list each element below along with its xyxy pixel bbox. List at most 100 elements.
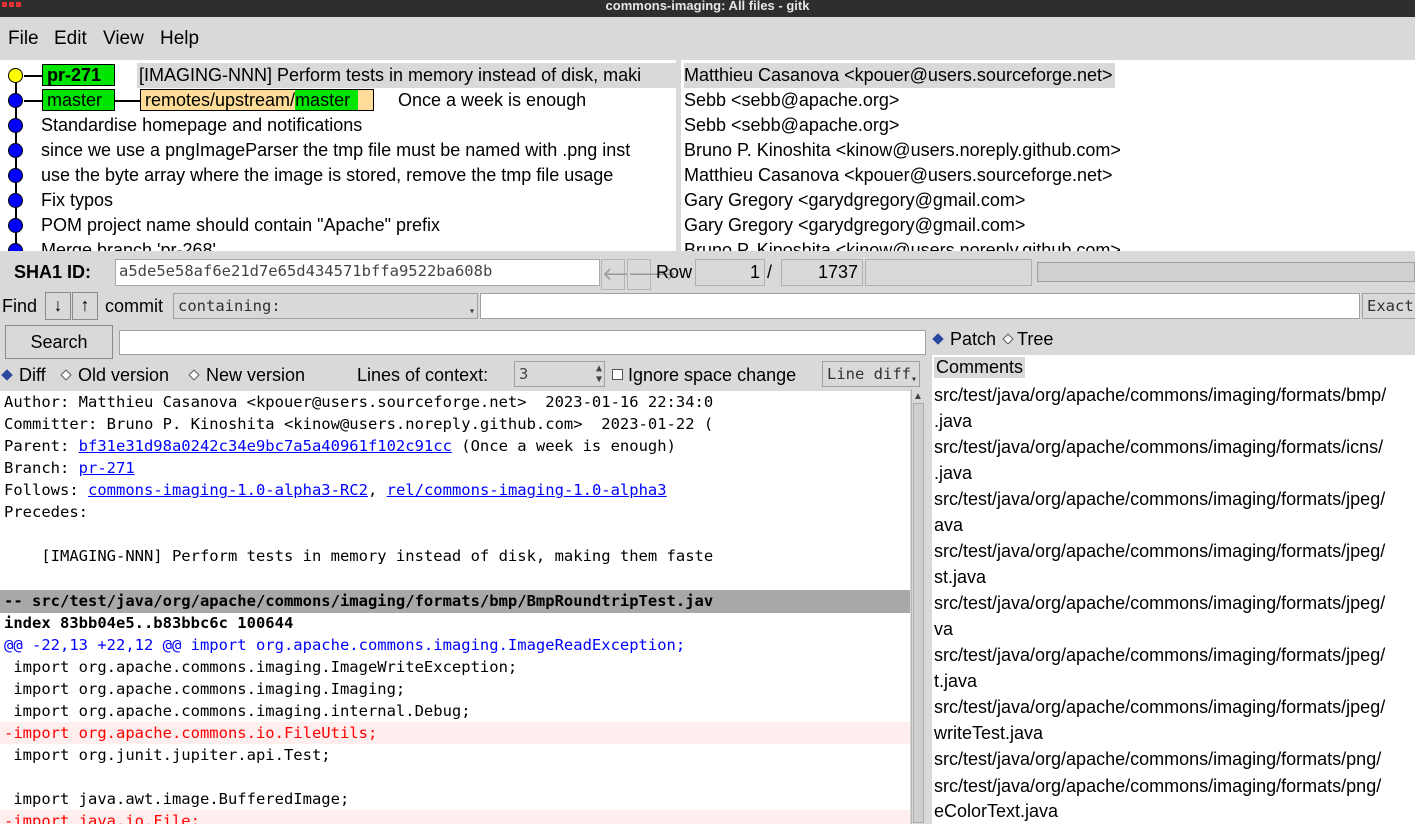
find-mode-select[interactable]: containing: ▾ (173, 293, 478, 319)
find-match-select[interactable]: Exact (1362, 293, 1415, 319)
search-button[interactable]: Search (5, 325, 113, 359)
ignore-space-checkbox[interactable] (612, 369, 623, 380)
scroll-up-arrow-icon[interactable]: ▲ (913, 391, 923, 402)
file-list-item[interactable]: ava (934, 515, 963, 536)
menu-view[interactable]: View (103, 28, 144, 50)
commit-row[interactable]: Standardise homepage and notifications (0, 113, 676, 138)
diff-committer-line: Committer: Bruno P. Kinoshita <kinow@use… (4, 415, 714, 433)
author-cell[interactable]: Gary Gregory <garydgregory@gmail.com> (684, 213, 1025, 238)
file-list-item[interactable]: .java (934, 463, 972, 484)
back-arrow-icon[interactable]: 🡐 (601, 259, 650, 290)
commit-graph-pane[interactable]: pr-271 [IMAGING-NNN] Perform tests in me… (0, 60, 676, 251)
find-type-label[interactable]: commit (105, 296, 163, 317)
scrollbar-thumb[interactable] (913, 403, 924, 823)
line-diff-select[interactable]: Line diff ▾ (822, 361, 920, 387)
file-list-item[interactable]: src/test/java/org/apache/commons/imaging… (934, 697, 1385, 718)
author-cell[interactable]: Matthieu Casanova <kpouer@users.sourcefo… (684, 63, 1115, 88)
context-lines-spinner[interactable]: 3 ▲ ▼ (514, 361, 605, 387)
file-list-item[interactable]: src/test/java/org/apache/commons/imaging… (934, 437, 1383, 458)
diff-deleted-line: -import java.io.File; (0, 810, 910, 824)
find-prev-up-icon[interactable]: ↑ (72, 292, 98, 320)
diff-context-line: import org.apache.commons.imaging.intern… (4, 702, 471, 720)
author-cell[interactable]: Bruno P. Kinoshita <kinow@users.noreply.… (684, 138, 1121, 163)
menu-edit[interactable]: Edit (54, 28, 87, 50)
diff-radio[interactable]: Diff (1, 365, 46, 386)
commit-message[interactable]: [IMAGING-NNN] Perform tests in memory in… (139, 65, 641, 86)
commit-message[interactable]: since we use a pngImageParser the tmp fi… (41, 140, 630, 161)
file-list-item[interactable]: va (934, 619, 953, 640)
file-list-item[interactable]: src/test/java/org/apache/commons/imaging… (934, 749, 1381, 770)
author-cell[interactable]: Matthieu Casanova <kpouer@users.sourcefo… (684, 163, 1113, 188)
file-list-pane[interactable]: Comments src/test/java/org/apache/common… (932, 355, 1415, 824)
commit-row[interactable]: Merge branch 'pr-268' (0, 238, 676, 251)
current-commit-node-icon (8, 68, 23, 83)
file-list-item[interactable]: src/test/java/org/apache/commons/imaging… (934, 593, 1385, 614)
author-cell[interactable]: Sebb <sebb@apache.org> (684, 88, 899, 113)
file-list-item[interactable]: t.java (934, 671, 977, 692)
commit-row[interactable]: Fix typos (0, 188, 676, 213)
commit-node-icon (8, 168, 23, 183)
commit-message[interactable]: Merge branch 'pr-268' (41, 240, 216, 251)
diff-branch-line: Branch: pr-271 (0, 457, 910, 479)
follows-tag-link[interactable]: commons-imaging-1.0-alpha3-RC2 (88, 481, 368, 499)
new-version-radio[interactable]: New version (188, 365, 305, 386)
file-list-item[interactable]: writeTest.java (934, 723, 1043, 744)
file-list-item[interactable]: src/test/java/org/apache/commons/imaging… (934, 489, 1385, 510)
forward-arrow-icon[interactable]: 🡒 (627, 259, 676, 290)
author-pane[interactable]: Matthieu Casanova <kpouer@users.sourcefo… (681, 60, 1415, 251)
diff-context-line (0, 766, 910, 788)
diff-file-header: -- src/test/java/org/apache/commons/imag… (0, 590, 910, 613)
file-list-item[interactable]: .java (934, 411, 972, 432)
file-list-item[interactable]: st.java (934, 567, 986, 588)
file-list-item[interactable]: eColorText.java (934, 801, 1058, 822)
sha1-field[interactable]: a5de5e58af6e21d7e65d434571bffa9522ba608b (115, 259, 600, 286)
diff-text-pane[interactable]: Author: Matthieu Casanova <kpouer@users.… (0, 391, 910, 824)
tree-radio[interactable]: Tree (1002, 329, 1053, 350)
diff-scrollbar[interactable]: ▲ (911, 389, 925, 824)
commit-row[interactable]: use the byte array where the image is st… (0, 163, 676, 188)
commit-message[interactable]: Fix typos (41, 190, 113, 211)
menu-file[interactable]: File (8, 28, 39, 50)
radio-icon (60, 369, 72, 381)
parent-sha-link[interactable]: bf31e31d98a0242c34e9bc7a5a40961f102c91cc (79, 437, 452, 455)
spinner-arrows-icon[interactable]: ▲ ▼ (596, 363, 602, 385)
commit-message[interactable]: Standardise homepage and notifications (41, 115, 362, 136)
author-cell[interactable]: Bruno P. Kinoshita <kinow@users.noreply.… (684, 238, 1121, 251)
follows-label: Follows: (4, 481, 88, 499)
remote-branch-badge[interactable]: remotes/upstream/master (140, 89, 374, 111)
diff-context-line: import org.junit.jupiter.api.Test; (4, 746, 331, 764)
ref-connector (115, 100, 140, 102)
file-list-comments[interactable]: Comments (934, 357, 1026, 378)
old-version-label: Old version (78, 365, 170, 385)
commit-row[interactable]: master remotes/upstream/master Once a we… (0, 88, 676, 113)
author-cell[interactable]: Gary Gregory <garydgregory@gmail.com> (684, 188, 1025, 213)
diff-hunk-header: @@ -22,13 +22,12 @@ import org.apache.co… (4, 636, 686, 654)
diff-index-line: index 83bb04e5..b83bbc6c 100644 (4, 614, 294, 632)
commit-row[interactable]: since we use a pngImageParser the tmp fi… (0, 138, 676, 163)
author-cell[interactable]: Sebb <sebb@apache.org> (684, 113, 899, 138)
head-ref-badge[interactable]: pr-271 (42, 64, 115, 86)
commit-message[interactable]: Once a week is enough (398, 90, 586, 111)
find-next-down-icon[interactable]: ↓ (45, 292, 71, 320)
window-controls-icon[interactable] (2, 2, 22, 10)
branch-link[interactable]: pr-271 (79, 459, 135, 477)
status-field (865, 259, 1032, 286)
window-title-bar: commons-imaging: All files - gitk (0, 0, 1415, 17)
patch-radio[interactable]: Patch (932, 329, 996, 350)
file-list-item[interactable]: src/test/java/org/apache/commons/imaging… (934, 776, 1381, 797)
follows-tag-link[interactable]: rel/commons-imaging-1.0-alpha3 (387, 481, 667, 499)
local-branch-badge[interactable]: master (42, 89, 115, 111)
menu-help[interactable]: Help (160, 28, 199, 50)
commit-message[interactable]: use the byte array where the image is st… (41, 165, 613, 186)
old-version-radio[interactable]: Old version (60, 365, 170, 386)
follows-separator: , (367, 481, 387, 499)
commit-row[interactable]: POM project name should contain "Apache"… (0, 213, 676, 238)
file-list-item[interactable]: src/test/java/org/apache/commons/imaging… (934, 645, 1385, 666)
ref-connector (24, 75, 42, 77)
file-list-item[interactable]: src/test/java/org/apache/commons/imaging… (934, 541, 1385, 562)
commit-message[interactable]: POM project name should contain "Apache"… (41, 215, 440, 236)
search-input[interactable] (119, 330, 926, 355)
commit-row[interactable]: pr-271 [IMAGING-NNN] Perform tests in me… (0, 63, 676, 88)
find-input[interactable] (480, 293, 1360, 319)
file-list-item[interactable]: src/test/java/org/apache/commons/imaging… (934, 385, 1386, 406)
